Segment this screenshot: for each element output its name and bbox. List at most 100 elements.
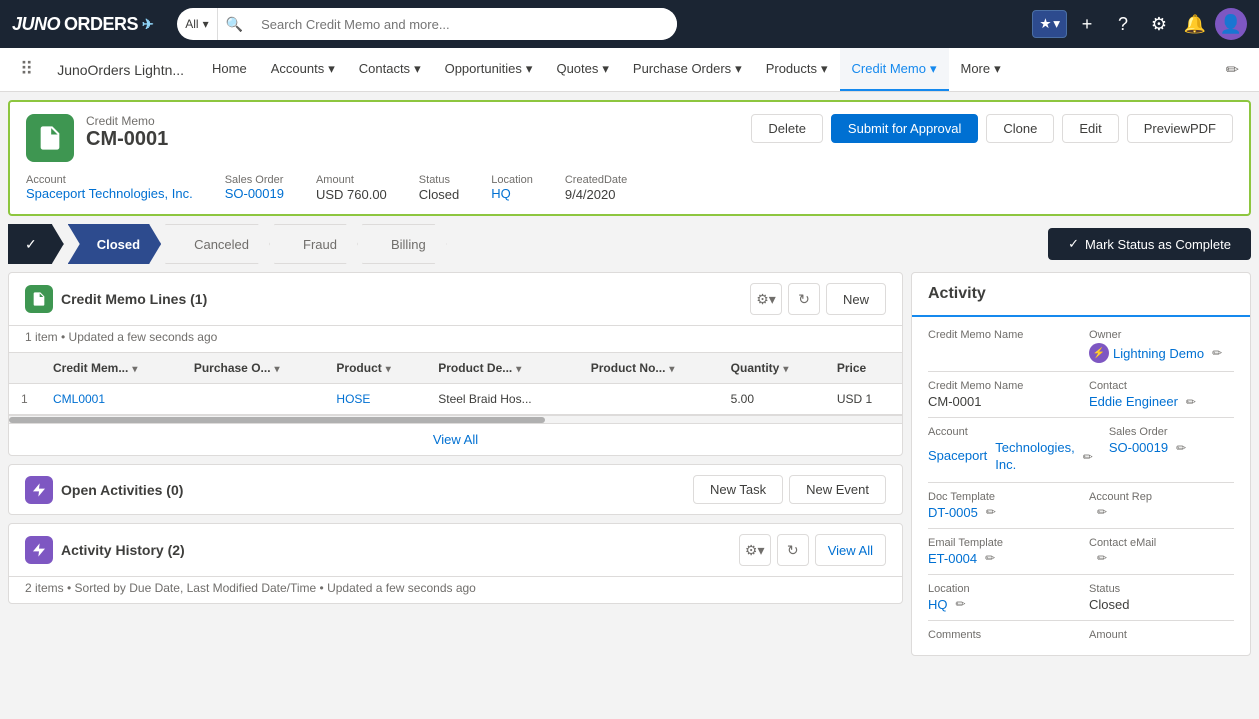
search-input[interactable] <box>251 8 677 40</box>
location-link[interactable]: HQ <box>928 597 948 612</box>
brand-juno: JUNO <box>12 14 60 35</box>
table-scrollbar[interactable] <box>9 415 902 423</box>
delete-button[interactable]: Delete <box>751 114 823 143</box>
account-link[interactable]: Spaceport Technologies, Inc. <box>26 186 193 201</box>
favorites-button[interactable]: ★ ▾ <box>1032 10 1067 38</box>
nav-item-opportunities[interactable]: Opportunities ▾ <box>433 48 545 91</box>
user-avatar[interactable]: 👤 <box>1215 8 1247 40</box>
new-line-button[interactable]: New <box>826 283 886 315</box>
so-link[interactable]: SO-00019 <box>1109 440 1168 455</box>
app-grid-button[interactable]: ⠿ <box>12 55 41 84</box>
add-button[interactable]: + <box>1071 8 1103 40</box>
col-product-de[interactable]: Product De...▾ <box>426 353 579 384</box>
email-template-link[interactable]: ET-0004 <box>928 551 977 566</box>
status-step-done[interactable]: ✓ <box>8 224 64 264</box>
contact-email-label: Contact eMail <box>1089 537 1234 549</box>
status-step-closed[interactable]: Closed <box>68 224 161 264</box>
field-row-cm-contact: Credit Memo Name CM-0001 Contact Eddie E… <box>928 380 1234 409</box>
clone-button[interactable]: Clone <box>986 114 1054 143</box>
nav-item-home[interactable]: Home <box>200 48 259 91</box>
refresh-button[interactable]: ↻ <box>788 283 820 315</box>
email-template-edit-pencil-icon[interactable]: ✏ <box>985 551 995 565</box>
top-nav-icons: ★ ▾ + ? ⚙ 🔔 👤 <box>1032 8 1247 40</box>
chevron-down-icon: ▾ <box>821 61 828 77</box>
brand-logo[interactable]: JUNOORDERS ✈ <box>12 14 153 35</box>
location-link[interactable]: HQ <box>491 186 533 201</box>
sales-order-link[interactable]: SO-00019 <box>225 186 284 201</box>
field-row-comments-amount: Comments Amount <box>928 629 1234 643</box>
history-settings-button[interactable]: ⚙▾ <box>739 534 771 566</box>
field-status: Status Closed <box>1089 583 1234 612</box>
history-refresh-button[interactable]: ↻ <box>777 534 809 566</box>
doc-template-edit-pencil-icon[interactable]: ✏ <box>986 505 996 519</box>
account-value-row: Spaceport Technologies, Inc. ✏ <box>928 440 1093 474</box>
preview-pdf-button[interactable]: PreviewPDF <box>1127 114 1233 143</box>
col-quantity[interactable]: Quantity▾ <box>719 353 825 384</box>
location-edit-pencil-icon[interactable]: ✏ <box>956 597 966 611</box>
new-event-button[interactable]: New Event <box>789 475 886 504</box>
submit-approval-button[interactable]: Submit for Approval <box>831 114 978 143</box>
field-comments: Comments <box>928 629 1073 643</box>
status-step-fraud[interactable]: Fraud <box>274 224 358 264</box>
so-value-row: SO-00019 ✏ <box>1109 440 1234 455</box>
col-credit-mem[interactable]: Credit Mem...▾ <box>41 353 182 384</box>
edit-button[interactable]: Edit <box>1062 114 1118 143</box>
notifications-icon[interactable]: 🔔 <box>1179 8 1211 40</box>
contact-email-edit-pencil-icon[interactable]: ✏ <box>1097 551 1107 565</box>
status-canceled-label: Canceled <box>194 237 249 252</box>
chevron-down-icon: ▾ <box>735 61 742 77</box>
nav-quotes-label: Quotes <box>556 61 598 76</box>
contact-edit-pencil-icon[interactable]: ✏ <box>1186 395 1196 409</box>
new-task-button[interactable]: New Task <box>693 475 783 504</box>
owner-edit-pencil-icon[interactable]: ✏ <box>1212 346 1222 360</box>
sort-icon: ▾ <box>783 364 788 375</box>
nav-item-credit-memo[interactable]: Credit Memo ▾ <box>840 48 949 91</box>
activity-panel-header: Activity <box>912 273 1250 317</box>
nav-item-more[interactable]: More ▾ <box>949 48 1013 91</box>
chevron-down-icon: ▾ <box>930 61 937 77</box>
col-product[interactable]: Product▾ <box>324 353 426 384</box>
col-product-no[interactable]: Product No...▾ <box>579 353 719 384</box>
search-scope-selector[interactable]: All ▾ <box>177 8 217 40</box>
cml-link[interactable]: CML0001 <box>53 392 105 406</box>
mark-complete-button[interactable]: ✓ Mark Status as Complete <box>1048 228 1251 260</box>
open-activities-actions: New Task New Event <box>693 475 886 504</box>
nav-home-label: Home <box>212 61 247 76</box>
nav-item-contacts[interactable]: Contacts ▾ <box>347 48 433 91</box>
settings-dropdown-button[interactable]: ⚙▾ <box>750 283 782 315</box>
cm-name-val-label: Credit Memo Name <box>928 380 1073 392</box>
nav-item-purchase-orders[interactable]: Purchase Orders ▾ <box>621 48 754 91</box>
product-link[interactable]: HOSE <box>336 392 370 406</box>
so-edit-pencil-icon[interactable]: ✏ <box>1176 441 1186 455</box>
field-location: Location HQ ✏ <box>928 583 1073 612</box>
status-step-canceled[interactable]: Canceled <box>165 224 270 264</box>
help-icon[interactable]: ? <box>1107 8 1139 40</box>
account-edit-pencil-icon[interactable]: ✏ <box>1083 450 1093 464</box>
col-price[interactable]: Price <box>825 353 902 384</box>
status-step-billing[interactable]: Billing <box>362 224 447 264</box>
table-scroll-thumb[interactable] <box>9 417 545 423</box>
settings-icon[interactable]: ⚙ <box>1143 8 1175 40</box>
record-header: Credit Memo CM-0001 Delete Submit for Ap… <box>8 100 1251 216</box>
nav-edit-button[interactable]: ✏ <box>1218 56 1247 84</box>
nav-item-quotes[interactable]: Quotes ▾ <box>544 48 620 91</box>
history-view-all-button[interactable]: View All <box>815 534 886 566</box>
created-label: CreatedDate <box>565 174 627 186</box>
chevron-down-icon: ▾ <box>994 61 1001 77</box>
account-link[interactable]: Spaceport Technologies, Inc. <box>928 440 1075 474</box>
account-rep-edit-pencil-icon[interactable]: ✏ <box>1097 505 1107 519</box>
nav-opportunities-label: Opportunities <box>445 61 522 76</box>
contact-link[interactable]: Eddie Engineer <box>1089 394 1178 409</box>
location-value-row: HQ ✏ <box>928 597 1073 612</box>
nav-item-products[interactable]: Products ▾ <box>754 48 840 91</box>
search-magnifier-icon: 🔍 <box>218 16 251 33</box>
account-rep-label: Account Rep <box>1089 491 1234 503</box>
doc-template-link[interactable]: DT-0005 <box>928 505 978 520</box>
cell-credit-mem: CML0001 <box>41 384 182 415</box>
so-label: Sales Order <box>1109 426 1234 438</box>
nav-item-accounts[interactable]: Accounts ▾ <box>259 48 347 91</box>
col-purchase-o[interactable]: Purchase O...▾ <box>182 353 325 384</box>
owner-link[interactable]: Lightning Demo <box>1113 346 1204 361</box>
view-all-lines-button[interactable]: View All <box>433 432 478 447</box>
field-row-email-contact-email: Email Template ET-0004 ✏ Contact eMail ✏ <box>928 537 1234 566</box>
